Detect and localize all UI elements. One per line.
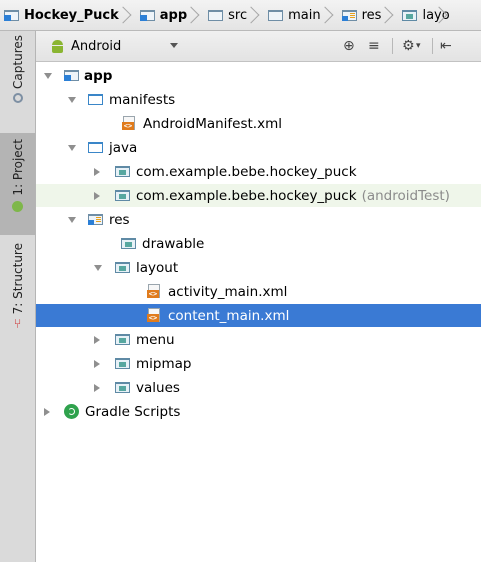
- collapsed-arrow-icon[interactable]: [94, 359, 100, 368]
- xml-file-icon: <>: [122, 116, 137, 131]
- toolbar-divider: [432, 38, 433, 54]
- project-view-toolbar: Android ⊕ ≡ ⚙ ▾ ⇤: [36, 31, 481, 62]
- toolbar-divider: [392, 38, 393, 54]
- breadcrumb-item-main[interactable]: main: [262, 0, 335, 30]
- resources-folder-icon: [341, 9, 357, 21]
- left-tool-window-strip: Captures 1: Project 7: Structure ⑂: [0, 31, 36, 562]
- collapsed-arrow-icon[interactable]: [94, 335, 100, 344]
- expanded-arrow-icon[interactable]: [68, 96, 76, 103]
- module-folder-icon: [64, 70, 79, 81]
- expanded-arrow-icon[interactable]: [94, 264, 102, 271]
- expanded-arrow-icon[interactable]: [68, 216, 76, 223]
- tree-node-package-android-test[interactable]: com.example.bebe.hockey_puck (androidTes…: [36, 184, 481, 207]
- tree-node-layout[interactable]: layout: [36, 256, 481, 279]
- module-folder-icon: [4, 9, 19, 21]
- project-tree: app manifests <> AndroidManifest.xml jav…: [36, 62, 481, 562]
- captures-tool-button[interactable]: Captures: [0, 35, 35, 131]
- xml-file-icon: <>: [147, 284, 162, 299]
- tree-node-java[interactable]: java: [36, 136, 481, 159]
- collapsed-arrow-icon[interactable]: [94, 167, 100, 176]
- breadcrumb-item-layout[interactable]: layo: [396, 0, 450, 30]
- tree-node-mipmap[interactable]: mipmap: [36, 352, 481, 375]
- android-icon: [50, 39, 65, 53]
- expanded-arrow-icon[interactable]: [44, 72, 52, 79]
- gear-icon[interactable]: ⚙: [402, 36, 415, 56]
- package-icon: [115, 358, 130, 369]
- project-tool-button[interactable]: 1: Project: [0, 133, 35, 235]
- project-icon: [12, 200, 23, 212]
- collapsed-arrow-icon[interactable]: [44, 407, 50, 416]
- tree-node-app[interactable]: app: [36, 64, 481, 87]
- hide-panel-icon[interactable]: ⇤: [440, 36, 452, 56]
- breadcrumb-item-res[interactable]: res: [336, 0, 397, 30]
- project-view-dropdown[interactable]: Android: [42, 35, 184, 57]
- package-folder-icon: [402, 9, 418, 21]
- tree-node-manifests[interactable]: manifests: [36, 88, 481, 111]
- breadcrumb-item-app[interactable]: app: [134, 0, 202, 30]
- scroll-from-source-icon[interactable]: ⊕: [343, 36, 355, 56]
- module-folder-icon: [139, 9, 155, 21]
- folder-icon: [268, 9, 284, 21]
- tree-node-values[interactable]: values: [36, 376, 481, 399]
- folder-icon: [88, 142, 103, 153]
- collapse-all-icon[interactable]: ≡: [368, 36, 380, 56]
- breadcrumb-item-src[interactable]: src: [202, 0, 262, 30]
- tree-node-activity-main[interactable]: <> activity_main.xml: [36, 280, 481, 303]
- navigation-breadcrumb: Hockey_Puck app src main res layo: [0, 0, 481, 31]
- package-icon: [115, 334, 130, 345]
- structure-tool-button[interactable]: 7: Structure ⑂: [0, 243, 35, 351]
- tree-node-package-main[interactable]: com.example.bebe.hockey_puck: [36, 160, 481, 183]
- tree-node-gradle-scripts[interactable]: Gradle Scripts: [36, 400, 481, 423]
- tree-node-menu[interactable]: menu: [36, 328, 481, 351]
- expanded-arrow-icon[interactable]: [68, 144, 76, 151]
- package-icon: [115, 382, 130, 393]
- tree-node-android-manifest[interactable]: <> AndroidManifest.xml: [36, 112, 481, 135]
- resources-folder-icon: [88, 214, 103, 225]
- folder-icon: [208, 9, 224, 21]
- collapsed-arrow-icon[interactable]: [94, 383, 100, 392]
- folder-icon: [88, 94, 103, 105]
- tree-node-content-main-selected[interactable]: <> content_main.xml: [36, 304, 481, 327]
- structure-icon: ⑂: [13, 317, 22, 333]
- package-icon: [115, 190, 130, 201]
- gradle-icon: [64, 404, 79, 419]
- package-icon: [115, 166, 130, 177]
- chevron-down-icon: [170, 43, 178, 48]
- tree-node-res[interactable]: res: [36, 208, 481, 231]
- xml-file-icon: <>: [147, 308, 162, 323]
- breadcrumb-item-hockey-puck[interactable]: Hockey_Puck: [0, 0, 134, 30]
- tree-node-drawable[interactable]: drawable: [36, 232, 481, 255]
- package-icon: [115, 262, 130, 273]
- package-icon: [121, 238, 136, 249]
- gear-dropdown-icon[interactable]: ▾: [416, 36, 421, 56]
- collapsed-arrow-icon[interactable]: [94, 191, 100, 200]
- captures-icon: [12, 92, 23, 103]
